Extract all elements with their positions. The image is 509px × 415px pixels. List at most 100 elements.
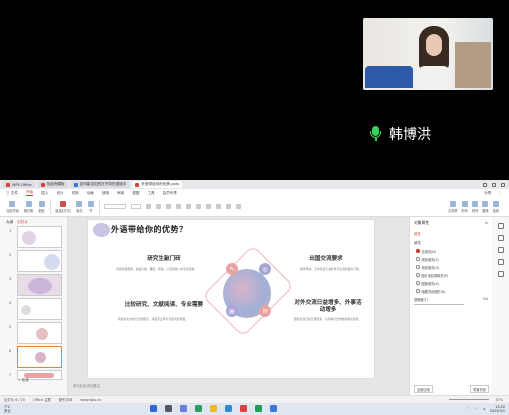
slide-thumbnail-selected[interactable]: 6	[9, 346, 62, 368]
minimize-icon[interactable]	[483, 182, 487, 187]
tab-presentation[interactable]: 外语带给你的优势.pptx	[132, 181, 183, 188]
animation-icon[interactable]	[497, 247, 504, 253]
select-icon	[492, 200, 499, 207]
fill-section-tab[interactable]: 填充	[410, 229, 492, 238]
textbox-button[interactable]: 文本框	[448, 200, 458, 213]
slide-thumbnail[interactable]: 3	[9, 274, 62, 296]
start-button[interactable]: 当前开始	[6, 200, 19, 213]
menu-review[interactable]: 审阅	[117, 191, 124, 196]
chat-icon[interactable]	[195, 405, 202, 412]
fill-option[interactable]: 无填充(N)	[410, 247, 492, 255]
menu-tools[interactable]: 工具	[147, 191, 154, 196]
slide-thumbnail[interactable]: 5	[9, 322, 62, 344]
slide-title[interactable]: 外语带给你的优势？	[111, 224, 188, 235]
search-icon[interactable]	[165, 405, 172, 412]
wifi-icon[interactable]: ◠	[475, 407, 478, 411]
layers-icon[interactable]	[497, 259, 504, 265]
slide-canvas[interactable]: 外语带给你的优势？ ✎ ◎ ▤ ✉ 研究生敲门砖 考研英语要求。英语六级、雅思、…	[88, 220, 374, 378]
apply-all-button[interactable]: 全部应用	[414, 385, 433, 393]
style-icon[interactable]	[497, 235, 504, 241]
tab-outline[interactable]: 大纲	[6, 220, 13, 225]
video-shelf	[455, 42, 491, 88]
transparency-slider[interactable]	[414, 304, 464, 305]
paste-button[interactable]: 粘贴	[38, 200, 45, 213]
help-icon[interactable]	[497, 271, 504, 277]
menu-animation[interactable]: 动画	[87, 191, 94, 196]
align-center-icon[interactable]	[206, 204, 212, 209]
wps-icon[interactable]	[240, 405, 247, 412]
participant-video[interactable]	[363, 18, 493, 90]
slide-thumbnail[interactable]: 2	[9, 250, 62, 272]
numbering-icon[interactable]	[236, 204, 242, 209]
weather-widget[interactable]: 7°C 多云	[4, 405, 11, 413]
font-size-field[interactable]	[131, 204, 142, 209]
radio-icon	[416, 257, 420, 261]
properties-icon[interactable]	[497, 223, 504, 229]
bullets-icon[interactable]	[226, 204, 232, 209]
menu-insert[interactable]: 插入	[41, 191, 48, 196]
slide-thumbnail[interactable]: 1	[9, 226, 62, 248]
task-view-icon[interactable]	[180, 405, 187, 412]
fill-option[interactable]: 图片或纹理填充(P)	[410, 271, 492, 279]
menu-transition[interactable]: 切换	[72, 191, 79, 196]
zoom-level[interactable]: 37%	[495, 398, 503, 402]
hide-background-option[interactable]: 隐藏背景图形(H)	[410, 287, 492, 295]
new-slide-button[interactable]: 新建幻灯片	[55, 200, 71, 213]
volume-icon[interactable]: ◂	[483, 407, 485, 411]
arrange-button[interactable]: 排列	[472, 200, 478, 213]
close-icon[interactable]: ×	[485, 220, 488, 226]
menu-member[interactable]: 会员专享	[163, 191, 177, 196]
checkbox-icon	[416, 289, 420, 293]
add-slide-button[interactable]: + 新建	[18, 377, 60, 385]
edge-icon[interactable]	[225, 405, 232, 412]
close-icon[interactable]	[501, 182, 505, 187]
align-right-icon[interactable]	[216, 204, 222, 209]
zoom-slider[interactable]	[449, 399, 490, 400]
font-color-icon[interactable]	[186, 204, 192, 209]
align-left-icon[interactable]	[196, 204, 202, 209]
fill-option[interactable]: 渐变填充(G)	[410, 263, 492, 271]
slide-thumbnail[interactable]: 4	[9, 298, 62, 320]
menu-home[interactable]: 开始	[25, 190, 34, 196]
select-button[interactable]: 选择	[492, 200, 499, 213]
section-icon	[87, 200, 94, 207]
menu-slideshow[interactable]: 放映	[102, 191, 109, 196]
menu-design[interactable]: 设计	[56, 191, 63, 196]
clock[interactable]: 13:32 2023/3/1	[490, 405, 505, 413]
notes-field[interactable]: 单击此处添加备注	[73, 383, 100, 388]
missing-font-link[interactable]: 缺失字体	[59, 397, 73, 402]
section-button[interactable]: 节	[87, 200, 94, 213]
tab-templates[interactable]: 找稻壳模板	[37, 181, 68, 188]
layout-button[interactable]: 版式	[76, 200, 83, 213]
italic-icon[interactable]	[156, 204, 162, 209]
reset-background-button[interactable]: 重置背景	[470, 385, 489, 393]
font-name-field[interactable]	[104, 204, 127, 209]
menu-view[interactable]: 视图	[132, 191, 139, 196]
tab-doc-1[interactable]: 如何能自如的在不同的语境中	[70, 181, 130, 188]
wechat-icon[interactable]	[255, 405, 262, 412]
folder-icon[interactable]	[210, 405, 217, 412]
microphone-icon	[369, 126, 381, 142]
pane-title: 对象属性	[414, 220, 430, 225]
transparency-value[interactable]: 0%	[483, 297, 488, 302]
more-button[interactable]: ⋮	[497, 191, 501, 196]
slide-thumbnail-pane: 大纲 幻灯片 1 2 3 4 5 6 7 + 新建	[0, 217, 68, 395]
bold-icon[interactable]	[146, 204, 152, 209]
chevron-up-icon[interactable]: ⌃	[467, 407, 470, 411]
maximize-icon[interactable]	[492, 182, 496, 187]
start-icon[interactable]	[150, 405, 157, 412]
website-link[interactable]: www.wps.cn	[80, 398, 101, 402]
fill-option[interactable]: 图案填充(A)	[410, 279, 492, 287]
share-button[interactable]: 分享	[484, 191, 491, 196]
status-bar: 幻灯片 6 / 20 Office 主题 缺失字体 www.wps.cn 37%	[0, 395, 509, 403]
format-painter-button[interactable]: 格式刷	[24, 200, 33, 213]
replace-button[interactable]: 替换	[482, 200, 489, 213]
meeting-icon[interactable]	[270, 405, 277, 412]
menu-file[interactable]: 三 文件	[6, 191, 18, 196]
fill-option[interactable]: 纯色填充(S)	[410, 255, 492, 263]
tab-slides[interactable]: 幻灯片	[17, 220, 28, 225]
underline-icon[interactable]	[166, 204, 172, 209]
tab-wps-office[interactable]: WPS Office	[3, 181, 35, 188]
shape-button[interactable]: 形状	[462, 200, 468, 213]
strikethrough-icon[interactable]	[176, 204, 182, 209]
